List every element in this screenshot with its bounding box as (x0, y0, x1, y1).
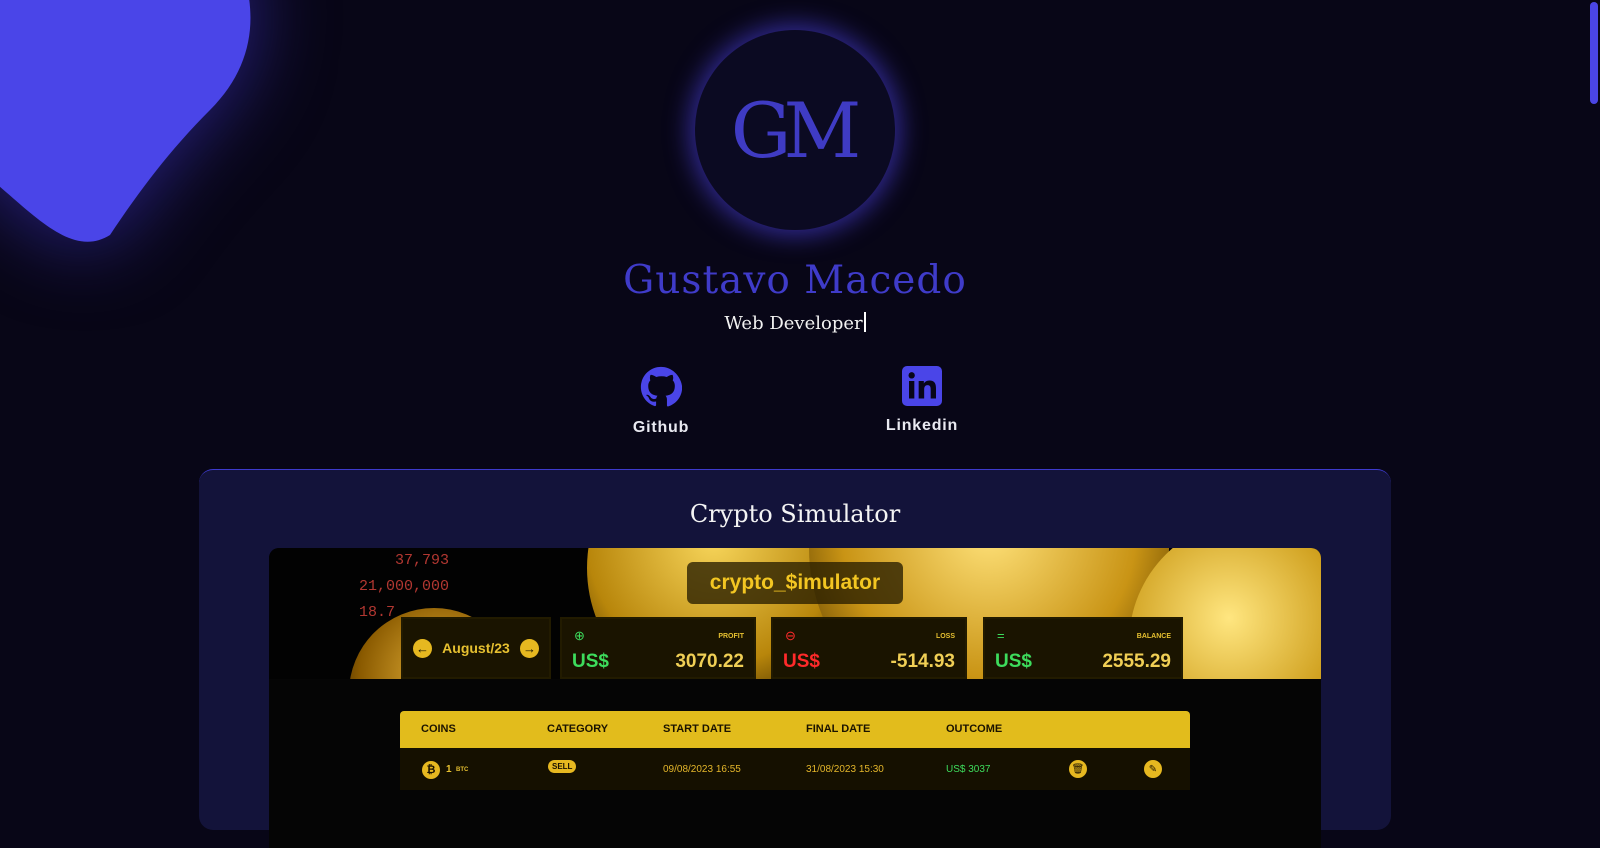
profit-tag: PROFIT (718, 633, 744, 640)
github-label: Github (632, 419, 690, 436)
column-header: START DATE (663, 723, 732, 735)
final-date: 31/08/2023 15:30 (806, 764, 884, 775)
column-header: OUTCOME (946, 723, 1003, 735)
minus-circle-icon: ⊖ (785, 628, 796, 643)
profile-name: Gustavo Macedo (623, 258, 967, 303)
arrow-left-icon[interactable]: ← (413, 638, 432, 658)
outcome-value: US$ 3037 (946, 764, 991, 775)
background-numbers: 37,793 21,000,000 18.7 (359, 552, 450, 621)
month-selector: ← August/23 → (401, 617, 551, 679)
loss-card: ⊖ LOSS US$ -514.93 (771, 617, 967, 679)
coin-amount: 1 (446, 764, 452, 775)
linkedin-label: Linkedin (885, 417, 959, 434)
app-brand: crypto_$imulator (687, 562, 903, 604)
logo-initials: GM (730, 85, 862, 175)
balance-card: = BALANCE US$ 2555.29 (983, 617, 1183, 679)
bitcoin-icon: ₿ (422, 761, 440, 779)
project-card[interactable]: Crypto Simulator 37,793 21,000,000 18.7 cr… (199, 469, 1391, 848)
table-row: ₿ 1 BTC SELL 09/08/2023 16:55 31/08/2023… (400, 748, 1190, 790)
avatar: GM (695, 30, 895, 230)
profit-card: ⊕ PROFIT US$ 3070.22 (560, 617, 756, 679)
arrow-right-icon[interactable]: → (520, 638, 539, 658)
profile-subtitle: Web Developer (0, 312, 1590, 334)
linkedin-icon (902, 366, 942, 406)
loss-value: -514.93 (890, 651, 955, 672)
start-date: 09/08/2023 16:55 (663, 764, 741, 775)
category-badge: SELL (548, 760, 577, 773)
github-link[interactable]: Github (601, 366, 721, 437)
project-preview-screenshot[interactable]: 37,793 21,000,000 18.7 crypto_$imulator ← … (269, 548, 1321, 848)
loss-tag: LOSS (935, 633, 955, 640)
profit-value: 3070.22 (675, 651, 744, 672)
typing-caret (863, 312, 866, 332)
delete-icon[interactable]: 🗑 (1069, 760, 1087, 778)
preview-hero-banner: 37,793 21,000,000 18.7 crypto_$imulator ← … (269, 548, 1321, 679)
column-header: COINS (421, 723, 456, 735)
edit-icon[interactable]: ✎ (1144, 760, 1162, 778)
project-title: Crypto Simulator (689, 500, 901, 528)
balance-currency: US$ (995, 651, 1032, 672)
table-header: COINS CATEGORY START DATE FINAL DATE OUT… (400, 711, 1190, 748)
loss-currency: US$ (783, 651, 820, 672)
balance-tag: BALANCE (1136, 633, 1171, 640)
column-header: FINAL DATE (806, 723, 871, 735)
decorative-blob (0, 0, 251, 242)
month-label: August/23 (442, 640, 510, 656)
transactions-table: COINS CATEGORY START DATE FINAL DATE OUT… (400, 711, 1190, 790)
balance-value: 2555.29 (1102, 651, 1171, 672)
linkedin-link[interactable]: Linkedin (862, 366, 982, 435)
scrollbar-thumb[interactable] (1590, 2, 1598, 104)
github-icon (640, 366, 683, 407)
profit-currency: US$ (572, 651, 609, 672)
profile-title: Web Developer (724, 313, 863, 334)
plus-circle-icon: ⊕ (574, 628, 585, 643)
equals-icon: = (997, 628, 1005, 643)
coin-symbol: BTC (456, 767, 469, 773)
column-header: CATEGORY (547, 723, 609, 735)
